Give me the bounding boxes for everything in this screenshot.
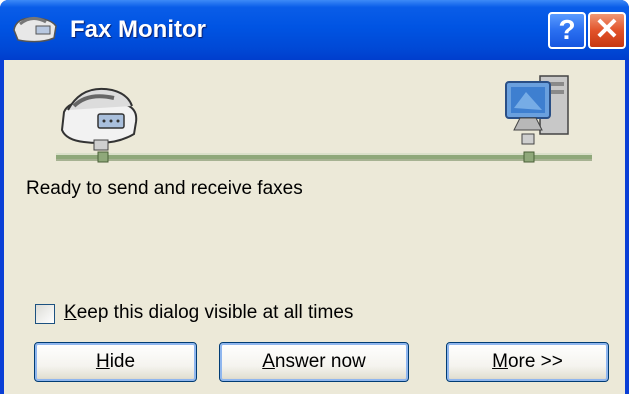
help-button[interactable]: ? bbox=[548, 12, 586, 49]
hide-label: ide bbox=[109, 351, 136, 372]
keep-visible-label[interactable]: Keep this dialog visible at all times bbox=[64, 302, 353, 324]
hide-accesskey: H bbox=[95, 351, 110, 372]
fax-machine-icon bbox=[13, 17, 57, 43]
more-button[interactable]: More >> bbox=[446, 342, 609, 382]
title-bar[interactable]: Fax Monitor ? ✕ bbox=[0, 0, 629, 60]
close-button[interactable]: ✕ bbox=[588, 12, 626, 49]
dialog-body: Ready to send and receive faxes Keep thi… bbox=[4, 60, 625, 394]
answer-label: nswer now bbox=[274, 351, 366, 372]
keep-visible-accesskey: K bbox=[64, 302, 77, 323]
keep-visible-checkbox[interactable] bbox=[35, 304, 55, 324]
hide-button[interactable]: Hide bbox=[34, 342, 197, 382]
answer-accesskey: A bbox=[262, 351, 275, 372]
window-title: Fax Monitor bbox=[70, 16, 206, 43]
status-message: Ready to send and receive faxes bbox=[26, 178, 303, 199]
network-connection-line bbox=[56, 151, 592, 163]
more-accesskey: M bbox=[492, 351, 508, 372]
more-label: ore >> bbox=[507, 351, 563, 372]
keep-visible-text: eep this dialog visible at all times bbox=[76, 302, 354, 323]
fax-monitor-window: Fax Monitor ? ✕ Ready to send and receiv… bbox=[0, 0, 629, 394]
computer-icon bbox=[505, 75, 569, 145]
answer-now-button[interactable]: Answer now bbox=[219, 342, 409, 382]
